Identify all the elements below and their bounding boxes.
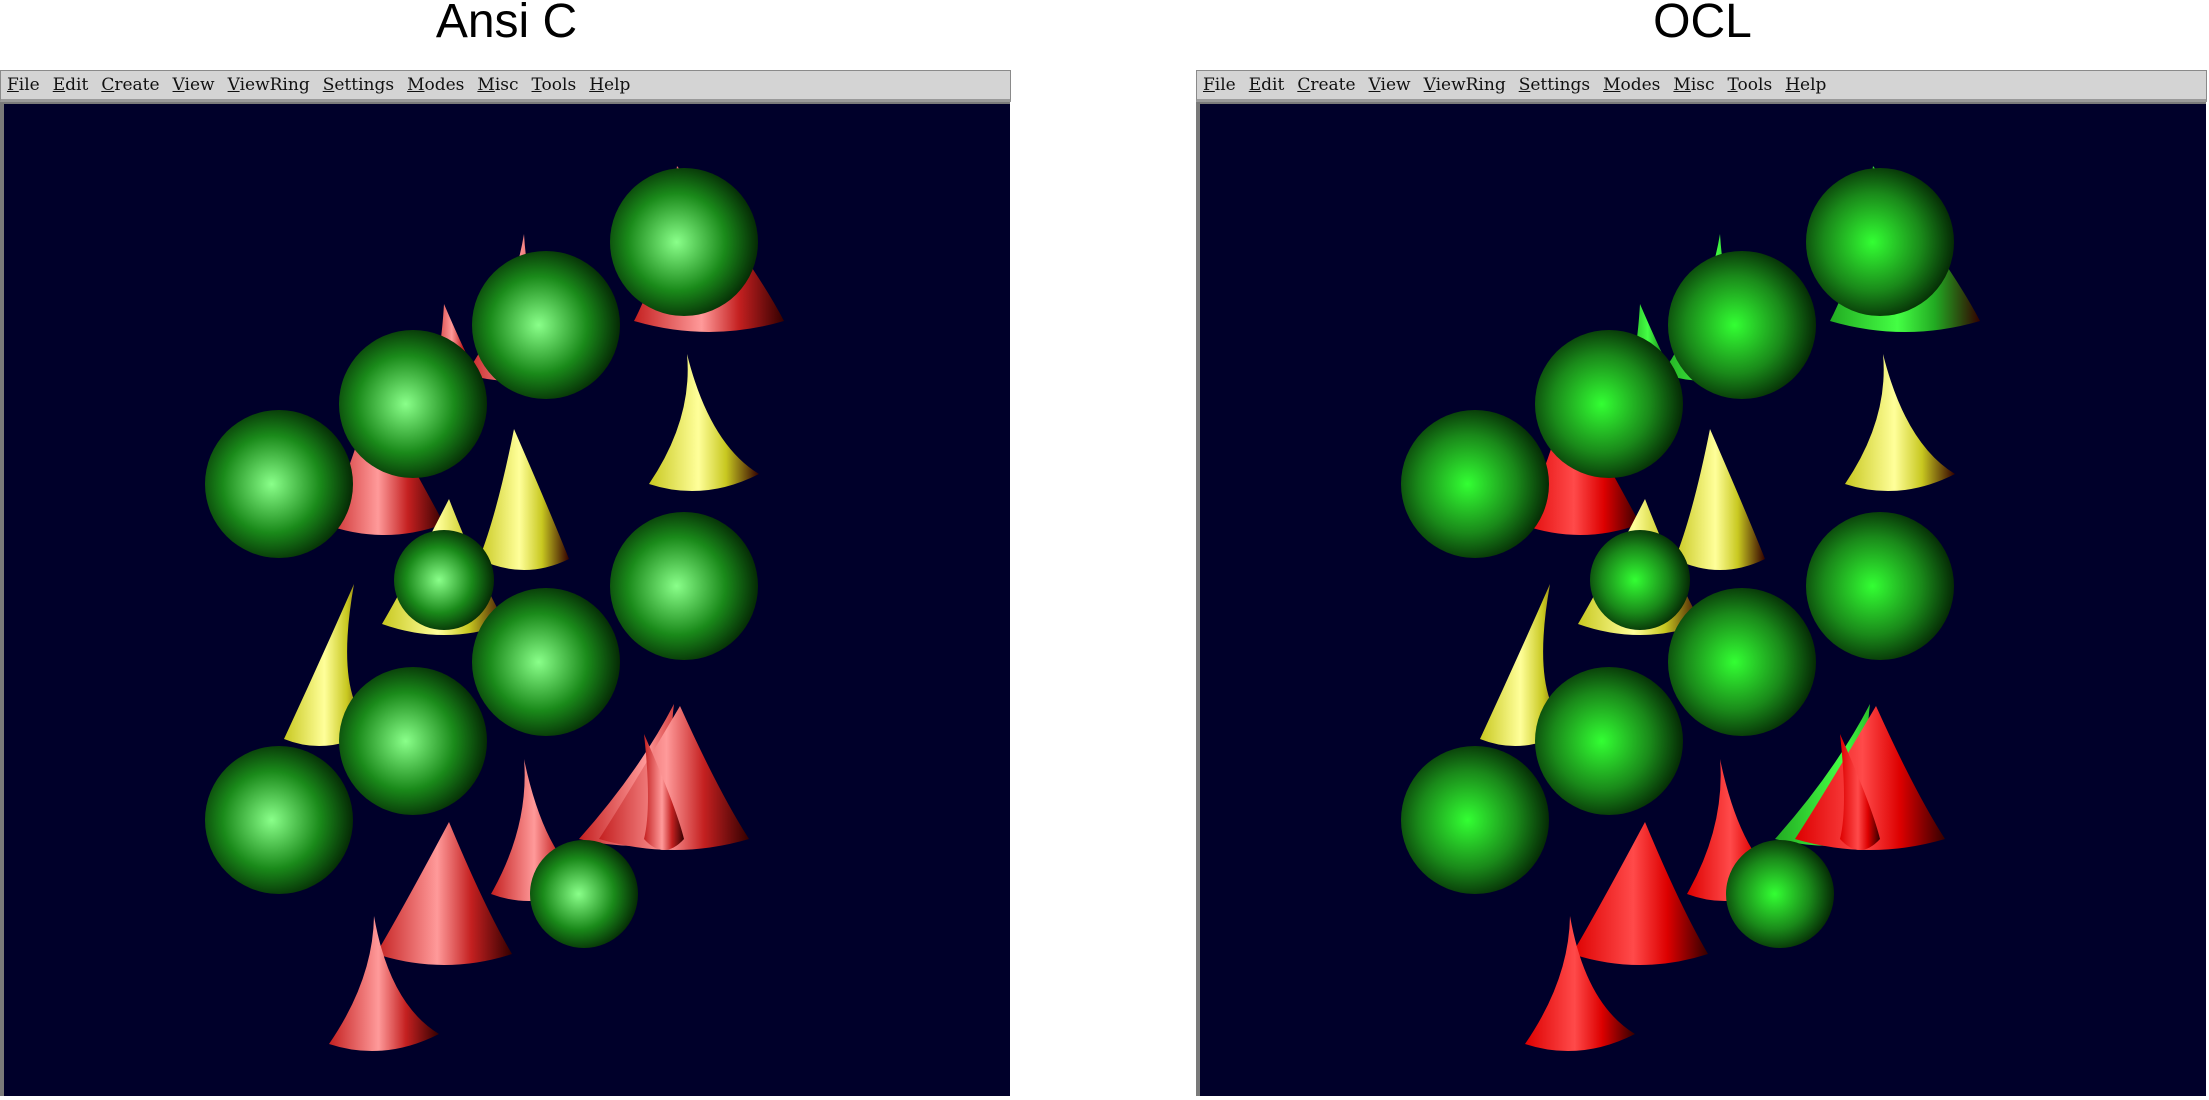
panel-a-sphere-9 [205, 746, 353, 894]
panel-a-sphere-2 [472, 251, 620, 399]
panel-a-menu-edit[interactable]: Edit [53, 75, 89, 95]
panel-a-sphere-4 [205, 410, 353, 558]
panel-b-sphere-9 [1401, 746, 1549, 894]
panel-a-menu-file[interactable]: File [7, 75, 40, 95]
panel-b-menu-modes[interactable]: Modes [1603, 75, 1660, 95]
panel-b-menu-settings[interactable]: Settings [1519, 75, 1590, 95]
panel-b-menu-edit[interactable]: Edit [1249, 75, 1285, 95]
panel-b-caption: OCL [1653, 0, 1752, 48]
panel-a-menu-misc[interactable]: Misc [477, 75, 518, 95]
panel-b-menu-create[interactable]: Create [1297, 75, 1355, 95]
panel-a-menu-tools[interactable]: Tools [532, 75, 577, 95]
panel-a-window: File Edit Create View ViewRing Settings … [0, 70, 1013, 1098]
panel-b-sphere-8 [1535, 667, 1683, 815]
panel-a-menu-view[interactable]: View [173, 75, 215, 95]
panel-b-sphere-10 [1726, 840, 1834, 948]
panel-a-menu-settings[interactable]: Settings [323, 75, 394, 95]
panel-a-sphere-6 [610, 512, 758, 660]
panel-b-sphere-6 [1806, 512, 1954, 660]
panel-a-sphere-7 [472, 588, 620, 736]
panel-b-sphere-4 [1401, 410, 1549, 558]
panel-a-sphere-3 [339, 330, 487, 478]
panel-b-menubar: File Edit Create View ViewRing Settings … [1196, 70, 2207, 102]
panel-b-menu-tools[interactable]: Tools [1728, 75, 1773, 95]
panel-a-menu-help[interactable]: Help [589, 75, 630, 95]
panel-a-sphere-8 [339, 667, 487, 815]
panel-a-menu-viewring[interactable]: ViewRing [228, 75, 310, 95]
panel-a-sphere-1 [610, 168, 758, 316]
panel-a-cone-5 [649, 354, 759, 492]
panel-b-sphere-1 [1806, 168, 1954, 316]
panel-b-render-viewport[interactable] [1196, 102, 2206, 1096]
panel-a-sphere-5 [394, 530, 494, 630]
panel-b-menu-misc[interactable]: Misc [1673, 75, 1714, 95]
panel-b-sphere-3 [1535, 330, 1683, 478]
panel-a-menu-create[interactable]: Create [101, 75, 159, 95]
panel-a-menu-modes[interactable]: Modes [407, 75, 464, 95]
panel-b-window: File Edit Create View ViewRing Settings … [1196, 70, 2209, 1098]
panel-b-menu-viewring[interactable]: ViewRing [1424, 75, 1506, 95]
panel-a-sphere-10 [530, 840, 638, 948]
panel-a-menubar: File Edit Create View ViewRing Settings … [0, 70, 1011, 102]
panel-b-cone-6 [1675, 429, 1765, 570]
panel-b-sphere-5 [1590, 530, 1690, 630]
panel-b-menu-help[interactable]: Help [1785, 75, 1826, 95]
panel-a-scene [205, 166, 784, 1052]
panel-b-cone-5 [1845, 354, 1955, 492]
panel-b-menu-view[interactable]: View [1369, 75, 1411, 95]
panel-a-cone-6 [479, 429, 569, 570]
panel-b-sphere-2 [1668, 251, 1816, 399]
panel-b-scene [1401, 166, 1980, 1052]
panel-a-caption: Ansi C [435, 0, 578, 48]
panel-a-render-viewport[interactable] [0, 102, 1010, 1096]
panel-b-menu-file[interactable]: File [1203, 75, 1236, 95]
panel-b-sphere-7 [1668, 588, 1816, 736]
